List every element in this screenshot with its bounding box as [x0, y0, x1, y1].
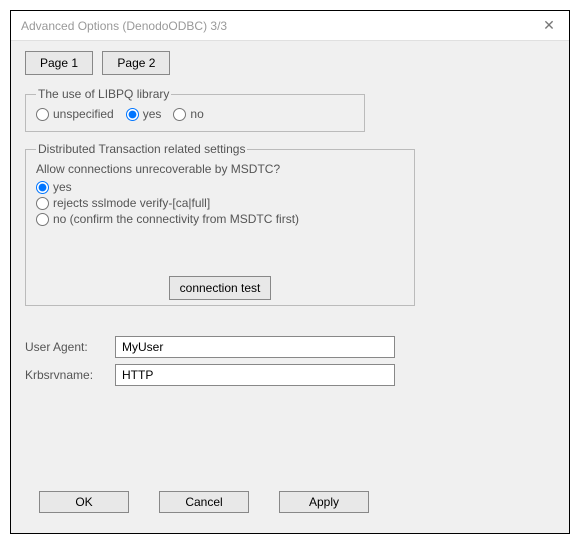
dtc-rejects-option[interactable]: rejects sslmode verify-[ca|full] — [36, 196, 404, 210]
conn-test-wrap: connection test — [36, 281, 404, 295]
dialog-window: Advanced Options (DenodoODBC) 3/3 ✕ Page… — [10, 10, 570, 534]
button-bar: OK Cancel Apply — [25, 485, 555, 523]
page-tabs: Page 1 Page 2 — [25, 51, 555, 75]
dialog-content: Page 1 Page 2 The use of LIBPQ library u… — [11, 41, 569, 533]
krbsrvname-label: Krbsrvname: — [25, 368, 115, 382]
connection-test-button[interactable]: connection test — [169, 276, 272, 300]
libpq-yes-option[interactable]: yes — [126, 107, 162, 121]
dtc-group: Distributed Transaction related settings… — [25, 142, 415, 306]
ok-button[interactable]: OK — [39, 491, 129, 513]
libpq-unspecified-label: unspecified — [53, 107, 114, 121]
dtc-yes-label: yes — [53, 180, 72, 194]
libpq-no-label: no — [190, 107, 203, 121]
titlebar: Advanced Options (DenodoODBC) 3/3 ✕ — [11, 11, 569, 41]
window-title: Advanced Options (DenodoODBC) 3/3 — [21, 19, 227, 33]
dtc-no-option[interactable]: no (confirm the connectivity from MSDTC … — [36, 212, 404, 226]
page1-button[interactable]: Page 1 — [25, 51, 93, 75]
page2-button[interactable]: Page 2 — [102, 51, 170, 75]
libpq-legend: The use of LIBPQ library — [36, 87, 171, 101]
dtc-rejects-label: rejects sslmode verify-[ca|full] — [53, 196, 210, 210]
dtc-options: yes rejects sslmode verify-[ca|full] no … — [36, 180, 404, 226]
libpq-yes-radio[interactable] — [126, 108, 139, 121]
user-agent-label: User Agent: — [25, 340, 115, 354]
dtc-yes-radio[interactable] — [36, 181, 49, 194]
apply-button[interactable]: Apply — [279, 491, 369, 513]
libpq-yes-label: yes — [143, 107, 162, 121]
dtc-no-label: no (confirm the connectivity from MSDTC … — [53, 212, 299, 226]
text-fields: User Agent: Krbsrvname: — [25, 336, 555, 392]
libpq-unspecified-option[interactable]: unspecified — [36, 107, 114, 121]
libpq-group: The use of LIBPQ library unspecified yes… — [25, 87, 365, 132]
close-icon[interactable]: ✕ — [539, 17, 559, 34]
dtc-legend: Distributed Transaction related settings — [36, 142, 247, 156]
spacer — [25, 392, 555, 485]
cancel-button[interactable]: Cancel — [159, 491, 249, 513]
krbsrvname-input[interactable] — [115, 364, 395, 386]
krbsrvname-row: Krbsrvname: — [25, 364, 555, 386]
user-agent-row: User Agent: — [25, 336, 555, 358]
dtc-no-radio[interactable] — [36, 213, 49, 226]
libpq-no-option[interactable]: no — [173, 107, 203, 121]
libpq-options: unspecified yes no — [36, 107, 354, 121]
libpq-no-radio[interactable] — [173, 108, 186, 121]
dtc-yes-option[interactable]: yes — [36, 180, 404, 194]
dtc-rejects-radio[interactable] — [36, 197, 49, 210]
user-agent-input[interactable] — [115, 336, 395, 358]
dtc-question: Allow connections unrecoverable by MSDTC… — [36, 162, 404, 176]
libpq-unspecified-radio[interactable] — [36, 108, 49, 121]
